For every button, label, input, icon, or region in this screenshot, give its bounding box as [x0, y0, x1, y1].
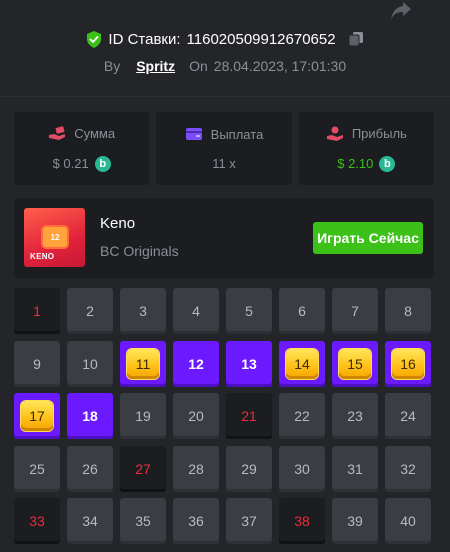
keno-cell-23: 23: [332, 393, 378, 439]
keno-cell-30: 30: [279, 445, 325, 492]
money-hand-icon: [49, 125, 66, 140]
bet-id-value: 116020509912670652: [186, 30, 336, 48]
play-now-button[interactable]: Играть Сейчас: [313, 222, 423, 254]
keno-cell-13: 13: [226, 340, 272, 387]
keno-cell-21: 21: [226, 393, 272, 439]
keno-cell-22: 22: [279, 393, 325, 439]
keno-cell-4: 4: [173, 288, 219, 334]
keno-cell-29: 29: [226, 445, 272, 492]
user-link[interactable]: Spritz: [136, 58, 175, 74]
keno-cell-17: 17: [14, 393, 60, 439]
keno-cell-19: 19: [120, 393, 166, 439]
game-name: Keno: [100, 215, 136, 232]
by-label: By: [103, 58, 121, 74]
keno-cell-32: 32: [385, 445, 431, 492]
keno-cell-35: 35: [120, 498, 166, 544]
game-provider: BC Originals: [100, 243, 179, 259]
keno-cell-7: 7: [332, 288, 378, 334]
keno-cell-3: 3: [120, 288, 166, 334]
keno-game-thumbnail[interactable]: 12 KENO: [24, 208, 85, 267]
on-label: On: [189, 58, 208, 74]
bet-meta-row: By Spritz On 28.04.2023, 17:01:30: [0, 56, 450, 76]
thumb-logo: KENO: [30, 252, 55, 261]
keno-cell-20: 20: [173, 393, 219, 439]
keno-cell-37: 37: [226, 498, 272, 544]
keno-cell-15: 15: [332, 340, 378, 387]
bcd-coin-icon: b: [379, 155, 396, 172]
keno-cell-36: 36: [173, 498, 219, 544]
stat-payout: Выплата 11 x: [156, 112, 292, 185]
bet-date: 28.04.2023, 17:01:30: [213, 58, 347, 74]
copy-icon[interactable]: [348, 31, 364, 47]
keno-cell-2: 2: [67, 288, 113, 334]
keno-cell-5: 5: [226, 288, 272, 334]
stat-profit: Прибыль $ 2.10 b: [298, 112, 434, 185]
keno-cell-6: 6: [279, 288, 325, 334]
keno-cell-24: 24: [385, 393, 431, 439]
keno-cell-39: 39: [332, 498, 378, 544]
stat-payout-label: Выплата: [210, 126, 264, 142]
keno-cell-16: 16: [385, 340, 431, 387]
gem-tile: 11: [127, 348, 159, 379]
keno-cell-10: 10: [67, 340, 113, 387]
keno-cell-1: 1: [14, 288, 60, 334]
thumb-tile: 12: [43, 227, 67, 247]
gem-tile: 17: [21, 401, 53, 431]
keno-cell-31: 31: [332, 445, 378, 492]
wallet-icon: [185, 128, 202, 140]
stat-amount: Сумма $ 0.21 b: [14, 112, 150, 185]
gem-tile: 14: [286, 348, 318, 379]
keno-cell-18: 18: [67, 393, 113, 439]
gem-tile: 15: [339, 348, 371, 379]
stat-profit-label: Прибыль: [351, 126, 407, 141]
bet-id-label: ID Ставки:: [108, 30, 181, 48]
keno-cell-28: 28: [173, 445, 219, 492]
keno-cell-11: 11: [120, 340, 166, 387]
keno-cell-38: 38: [279, 498, 325, 544]
keno-cell-33: 33: [14, 498, 60, 544]
keno-cell-27: 27: [120, 445, 166, 492]
bet-stats: Сумма $ 0.21 b Выплата 11 x Прибыль $ 2.…: [14, 112, 434, 185]
game-card: 12 KENO Keno BC Originals Играть Сейчас: [14, 198, 434, 278]
bet-id-row: ID Ставки: 116020509912670652: [0, 29, 450, 49]
keno-cell-40: 40: [385, 498, 431, 544]
coins-hand-icon: [326, 126, 343, 141]
keno-cell-8: 8: [385, 288, 431, 334]
share-icon[interactable]: [389, 0, 413, 22]
keno-cell-9: 9: [14, 340, 60, 387]
keno-board: 1 2 3 4 5 6 7 8 9 10 11 12 13 14 15 16 17 18 19 20 21 22 23 24 2…: [14, 288, 434, 548]
stat-payout-value: 11 x: [212, 156, 236, 171]
stat-amount-value: $ 0.21: [52, 156, 89, 171]
keno-cell-12: 12: [173, 340, 219, 387]
bcd-coin-icon: b: [94, 155, 111, 172]
stat-amount-label: Сумма: [74, 126, 116, 141]
keno-cell-14: 14: [279, 340, 325, 387]
keno-cell-25: 25: [14, 445, 60, 492]
divider: [0, 96, 450, 97]
stat-profit-value: $ 2.10: [337, 156, 374, 171]
keno-cell-34: 34: [67, 498, 113, 544]
keno-cell-26: 26: [67, 445, 113, 492]
gem-tile: 16: [392, 348, 424, 379]
shield-check-icon: [87, 30, 102, 48]
